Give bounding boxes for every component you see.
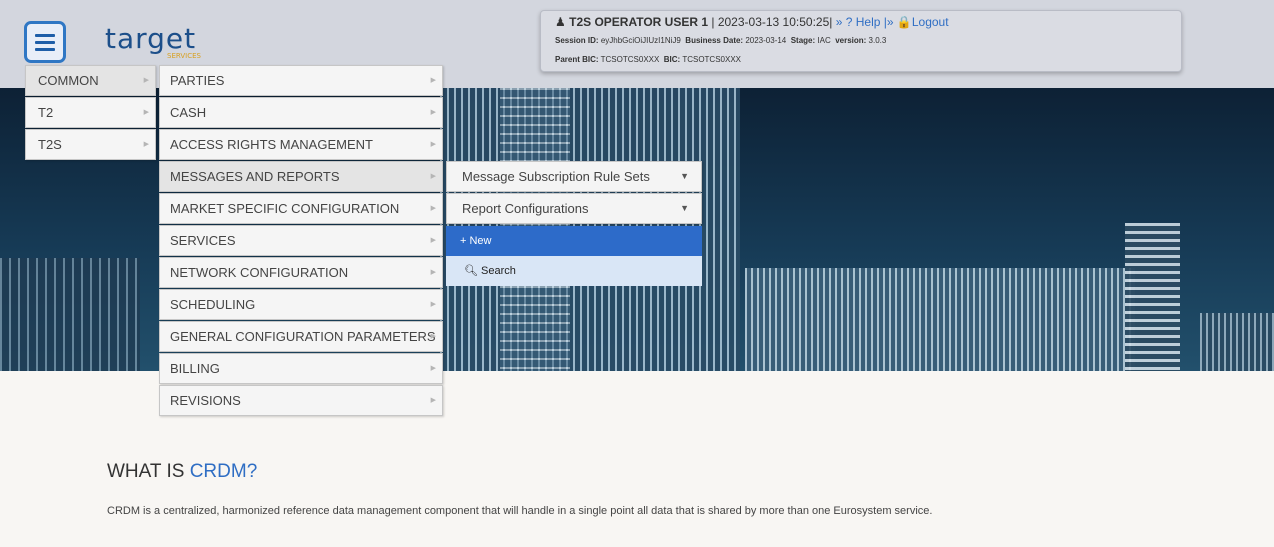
chevron-right-icon: ▶	[143, 109, 149, 116]
menu-item-label: BILLING	[170, 361, 220, 376]
menu-item-label: Report Configurations	[462, 201, 589, 216]
chevron-right-icon: ▶	[430, 109, 436, 116]
menu-level1: COMMON ▶ T2 ▶ T2S ▶	[25, 65, 156, 161]
menu-item-billing[interactable]: BILLING ▶	[159, 353, 443, 384]
parent-bic-value: TCSOTCS0XXX	[600, 55, 660, 64]
menu-item-revisions[interactable]: REVISIONS ▶	[159, 385, 443, 416]
session-id-label: Session ID:	[555, 36, 599, 45]
menu-item-label: COMMON	[38, 73, 99, 88]
menu-item-access-rights[interactable]: ACCESS RIGHTS MANAGEMENT ▶	[159, 129, 443, 160]
session-bic-row: Parent BIC: TCSOTCS0XXX BIC: TCSOTCS0XXX	[555, 55, 741, 64]
business-date-value: 2023-03-14	[745, 36, 787, 45]
version-label: version:	[835, 36, 867, 45]
logo-subtext: SERVICES	[167, 52, 201, 60]
building-right	[1125, 223, 1180, 371]
menu-item-messages-reports[interactable]: MESSAGES AND REPORTS ▶	[159, 161, 443, 192]
menu-item-label: ACCESS RIGHTS MANAGEMENT	[170, 137, 373, 152]
chevron-right-icon: ▶	[430, 365, 436, 372]
user-name: T2S OPERATOR USER 1	[569, 15, 709, 29]
logout-label: Logout	[911, 15, 949, 29]
bic-label: BIC:	[663, 55, 681, 64]
menu-item-general-config[interactable]: GENERAL CONFIGURATION PARAMETERS ▶	[159, 321, 443, 352]
session-user-row: ♟ T2S OPERATOR USER 1 | 2023-03-13 10:50…	[555, 15, 949, 29]
menu-item-label: SERVICES	[170, 233, 236, 248]
chevron-right-icon: ▶	[430, 205, 436, 212]
stage-value: IAC	[817, 36, 831, 45]
user-icon: ♟	[555, 15, 566, 29]
new-action-label: + New	[460, 235, 492, 247]
chevron-right-icon: ▶	[430, 397, 436, 404]
chevron-right-icon: ▶	[430, 301, 436, 308]
new-action-button[interactable]: + New	[446, 226, 702, 256]
menu-item-services[interactable]: SERVICES ▶	[159, 225, 443, 256]
menu-item-t2s[interactable]: T2S ▶	[25, 129, 156, 160]
menu-item-market-config[interactable]: MARKET SPECIFIC CONFIGURATION ▶	[159, 193, 443, 224]
chevron-right-icon: ▶	[430, 269, 436, 276]
chevron-right-icon: ▶	[143, 77, 149, 84]
hamburger-menu-button[interactable]	[24, 21, 66, 63]
menu-item-label: PARTIES	[170, 73, 225, 88]
building-left	[0, 258, 140, 371]
menu-level3: Message Subscription Rule Sets ▼ Report C…	[446, 161, 702, 225]
chevron-right-icon: ▶	[143, 141, 149, 148]
menu-item-label: Message Subscription Rule Sets	[462, 169, 650, 184]
logout-link[interactable]: 🔒Logout	[897, 15, 949, 29]
search-action-button[interactable]: 🔍︎ Search	[446, 256, 702, 286]
menu-item-scheduling[interactable]: SCHEDULING ▶	[159, 289, 443, 320]
menu-item-message-subscription[interactable]: Message Subscription Rule Sets ▼	[446, 161, 702, 192]
hamburger-icon-line	[35, 33, 55, 37]
chevron-right-icon: ▶	[430, 237, 436, 244]
menu-item-network-config[interactable]: NETWORK CONFIGURATION ▶	[159, 257, 443, 288]
stage-label: Stage:	[790, 36, 816, 45]
parent-bic-label: Parent BIC:	[555, 55, 599, 64]
menu-item-report-configurations[interactable]: Report Configurations ▼	[446, 193, 702, 224]
menu-item-label: T2S	[38, 137, 62, 152]
crdm-heading-prefix: WHAT IS	[107, 461, 190, 482]
session-info-panel: ♟ T2S OPERATOR USER 1 | 2023-03-13 10:50…	[540, 10, 1182, 72]
menu-item-label: GENERAL CONFIGURATION PARAMETERS	[170, 329, 436, 344]
menu-item-label: SCHEDULING	[170, 297, 256, 312]
session-details-row: Session ID: eyJhbGciOiJIUzI1NiJ9 Busines…	[555, 36, 886, 45]
chevron-right-icon: ▶	[430, 173, 436, 180]
help-link[interactable]: » ? Help	[836, 15, 881, 29]
session-datetime: | 2023-03-13 10:50:25|	[711, 15, 833, 29]
business-date-label: Business Date:	[685, 36, 744, 45]
menu-item-label: NETWORK CONFIGURATION	[170, 265, 349, 280]
caret-down-icon: ▼	[680, 203, 689, 213]
menu-item-label: REVISIONS	[170, 393, 241, 408]
lock-icon: 🔒	[896, 15, 912, 29]
bic-value: TCSOTCS0XXX	[682, 55, 741, 64]
logo-text: target	[105, 22, 197, 55]
chevron-right-icon: ▶	[430, 141, 436, 148]
menu-item-label: MARKET SPECIFIC CONFIGURATION	[170, 201, 400, 216]
crdm-heading-accent: CRDM?	[189, 461, 258, 482]
menu-item-cash[interactable]: CASH ▶	[159, 97, 443, 128]
session-id-value: eyJhbGciOiJIUzI1NiJ9	[600, 36, 681, 45]
menu-item-label: CASH	[170, 105, 207, 120]
search-action-label: Search	[481, 265, 516, 277]
menu-item-label: T2	[38, 105, 54, 120]
menu-item-label: MESSAGES AND REPORTS	[170, 169, 340, 184]
menu-item-common[interactable]: COMMON ▶	[25, 65, 156, 96]
chevron-right-icon: ▶	[430, 333, 436, 340]
search-icon: 🔍︎	[464, 265, 478, 277]
hamburger-icon-line	[35, 47, 55, 51]
building-far-right	[1200, 313, 1274, 371]
header-separator: |»	[883, 15, 894, 29]
menu-item-parties[interactable]: PARTIES ▶	[159, 65, 443, 96]
target-logo: target SERVICES	[105, 22, 201, 60]
version-value: 3.0.3	[868, 36, 887, 45]
caret-down-icon: ▼	[680, 171, 689, 181]
crdm-description: CRDM is a centralized, harmonized refere…	[107, 505, 933, 517]
menu-level2: PARTIES ▶ CASH ▶ ACCESS RIGHTS MANAGEMENT ▶…	[159, 65, 443, 417]
chevron-right-icon: ▶	[430, 77, 436, 84]
menu-item-t2[interactable]: T2 ▶	[25, 97, 156, 128]
hamburger-icon-line	[35, 40, 55, 44]
building-low-right	[745, 268, 1135, 371]
crdm-heading: WHAT IS CRDM?	[107, 461, 257, 483]
